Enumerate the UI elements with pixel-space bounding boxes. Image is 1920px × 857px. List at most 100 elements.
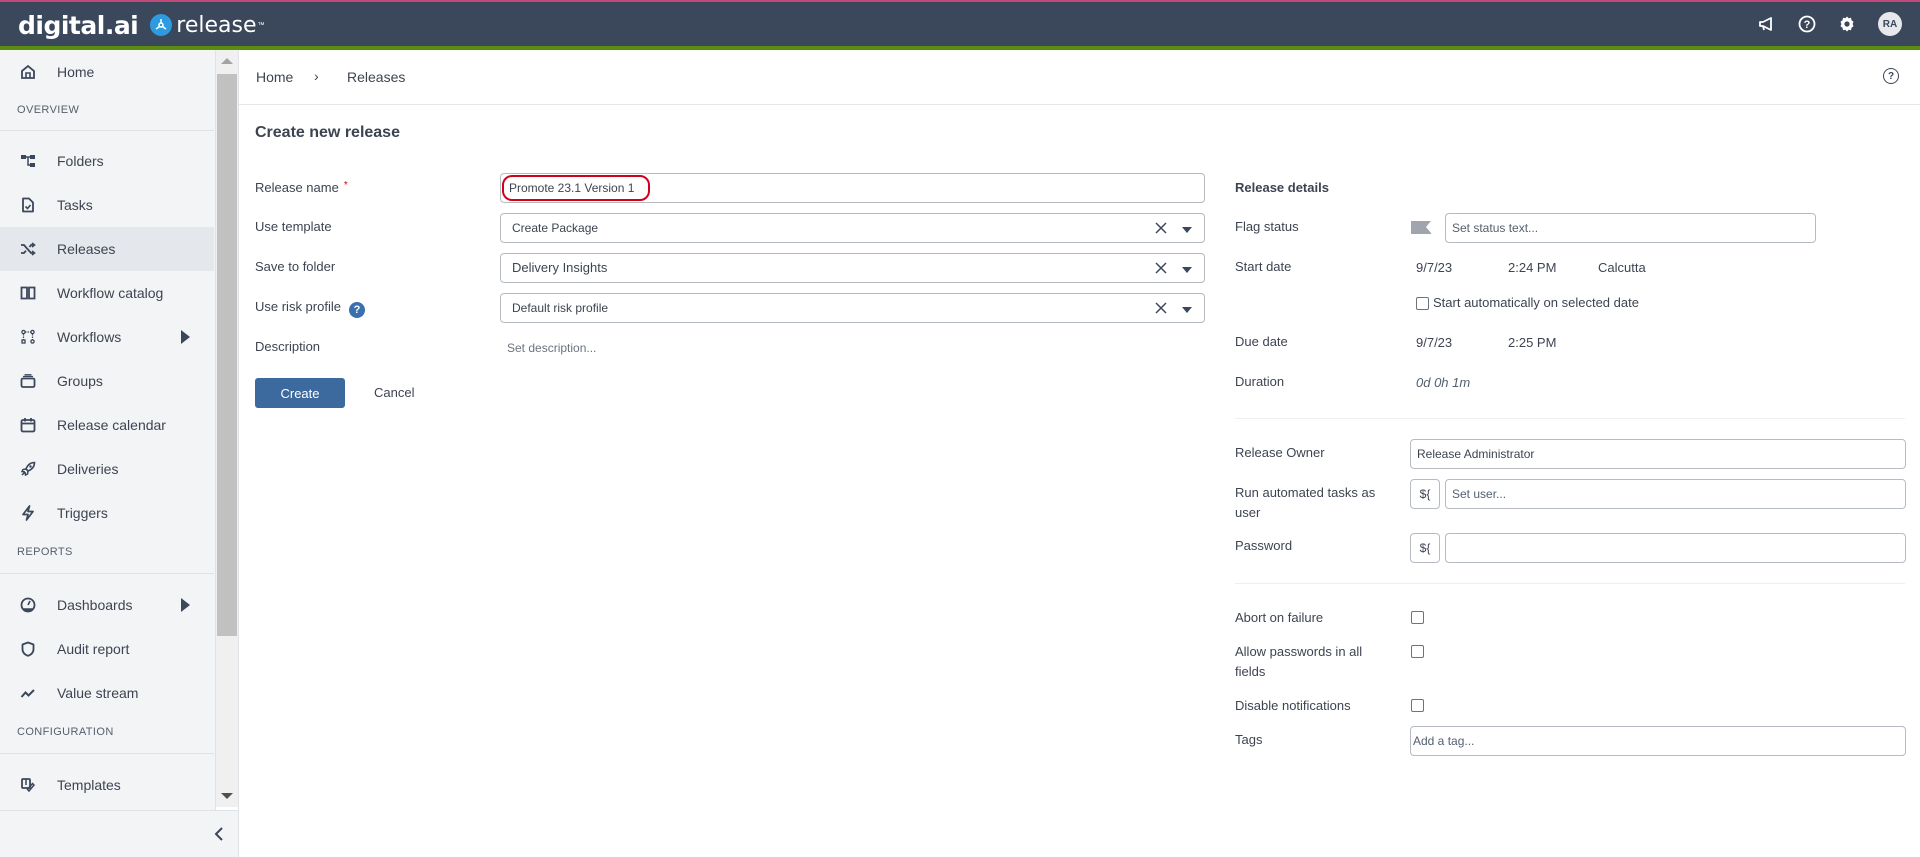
description-input[interactable]: Set description... [507, 341, 596, 355]
run-as-user-variable-button[interactable]: ${ [1410, 479, 1440, 509]
abort-on-failure-checkbox[interactable] [1411, 611, 1424, 624]
create-button[interactable]: Create [255, 378, 345, 408]
sidebar-item-triggers[interactable]: Triggers [0, 491, 214, 535]
sidebar-item-deliveries[interactable]: Deliveries [0, 447, 214, 491]
due-time-value[interactable]: 2:25 PM [1508, 335, 1556, 350]
section-overview: OVERVIEW [17, 104, 80, 116]
breadcrumb-separator-icon: › [314, 68, 319, 84]
sidebar: Home OVERVIEW Folders Tasks Releases Wor… [0, 50, 216, 857]
scroll-up-arrow-icon[interactable] [221, 58, 233, 64]
start-automatically-checkbox[interactable] [1416, 297, 1429, 310]
page-help-icon[interactable]: ? [1883, 68, 1899, 84]
settings-gear-icon[interactable] [1836, 13, 1858, 35]
folders-tree-icon [19, 152, 37, 170]
password-input[interactable] [1445, 533, 1906, 563]
sidebar-footer [0, 810, 238, 857]
sidebar-item-groups[interactable]: Groups [0, 359, 214, 403]
release-owner-input[interactable]: Release Administrator [1410, 439, 1906, 469]
section-configuration: CONFIGURATION [17, 726, 114, 738]
announcement-icon[interactable] [1756, 13, 1778, 35]
shield-icon [19, 640, 37, 658]
breadcrumb-home[interactable]: Home [256, 69, 293, 85]
trend-line-icon [19, 684, 37, 702]
sidebar-item-value-stream[interactable]: Value stream [0, 671, 214, 715]
sidebar-item-tasks[interactable]: Tasks [0, 183, 214, 227]
dashboard-gauge-icon [19, 596, 37, 614]
use-template-select[interactable]: Create Package [500, 213, 1205, 243]
release-owner-label: Release Owner [1235, 445, 1325, 460]
shuffle-icon [19, 240, 37, 258]
sidebar-item-dashboards[interactable]: Dashboards [0, 583, 214, 627]
submenu-arrow-icon[interactable] [181, 598, 190, 612]
start-time-value[interactable]: 2:24 PM [1508, 260, 1556, 275]
clear-icon[interactable] [1154, 221, 1168, 235]
password-label: Password [1235, 538, 1293, 553]
scrollbar-thumb[interactable] [217, 74, 237, 636]
sidebar-item-folders[interactable]: Folders [0, 139, 214, 183]
cancel-button[interactable]: Cancel [374, 385, 414, 400]
start-date-label: Start date [1235, 259, 1292, 274]
tags-input[interactable]: Add a tag... [1410, 726, 1906, 756]
abort-on-failure-label: Abort on failure [1235, 610, 1324, 625]
release-details-heading: Release details [1235, 180, 1329, 195]
chevron-left-icon [214, 827, 223, 841]
sidebar-item-home[interactable]: Home [0, 50, 214, 94]
home-icon [19, 63, 37, 81]
sidebar-item-workflow-catalog[interactable]: Workflow catalog [0, 271, 214, 315]
workflow-icon [19, 328, 37, 346]
user-avatar[interactable]: RA [1878, 12, 1902, 36]
svg-text:?: ? [1804, 19, 1811, 31]
sidebar-item-release-calendar[interactable]: Release calendar [0, 403, 214, 447]
duration-label: Duration [1235, 374, 1285, 389]
page-title: Create new release [255, 124, 400, 141]
use-risk-profile-label: Use risk profile? [255, 299, 365, 318]
rocket-icon [19, 460, 37, 478]
clear-icon[interactable] [1154, 301, 1168, 315]
required-marker: * [343, 180, 348, 191]
templates-icon [19, 776, 37, 794]
chevron-down-icon[interactable] [1182, 227, 1192, 233]
due-date-value[interactable]: 9/7/23 [1416, 335, 1452, 350]
sidebar-scrollbar[interactable] [216, 50, 238, 807]
timezone-value[interactable]: Calcutta [1598, 260, 1646, 275]
brand-logo[interactable]: digital.ai release ™ [18, 10, 265, 40]
use-template-label: Use template [255, 219, 332, 234]
due-date-label: Due date [1235, 334, 1288, 349]
flag-icon[interactable] [1411, 221, 1431, 234]
help-question-icon[interactable]: ? [348, 302, 365, 318]
top-navigation-bar: digital.ai release ™ ? RA [0, 0, 1920, 46]
section-reports: REPORTS [17, 546, 73, 558]
save-to-folder-select[interactable]: Delivery Insights [500, 253, 1205, 283]
password-variable-button[interactable]: ${ [1410, 533, 1440, 563]
sidebar-item-workflows[interactable]: Workflows [0, 315, 214, 359]
allow-passwords-checkbox[interactable] [1411, 645, 1424, 658]
digital-ai-wordmark: digital.ai [18, 10, 139, 40]
disable-notifications-checkbox[interactable] [1411, 699, 1424, 712]
clear-icon[interactable] [1154, 261, 1168, 275]
allow-passwords-label: Allow passwords in all fields [1235, 644, 1363, 679]
sidebar-item-templates[interactable]: Templates [0, 763, 214, 807]
collapse-sidebar-button[interactable] [210, 824, 228, 844]
run-as-user-input[interactable]: Set user... [1445, 479, 1906, 509]
release-name-label: Release name * [255, 180, 348, 195]
status-text-input[interactable]: Set status text... [1445, 213, 1816, 243]
run-as-user-label: Run automated tasks as user [1235, 485, 1376, 520]
description-label: Description [255, 339, 321, 354]
risk-profile-select[interactable]: Default risk profile [500, 293, 1205, 323]
sidebar-item-audit-report[interactable]: Audit report [0, 627, 214, 671]
sidebar-item-releases[interactable]: Releases [0, 227, 214, 271]
help-icon[interactable]: ? [1796, 13, 1818, 35]
tags-label: Tags [1235, 732, 1263, 747]
calendar-icon [19, 416, 37, 434]
submenu-arrow-icon[interactable] [181, 330, 190, 344]
release-wordmark: release [176, 12, 257, 38]
breadcrumb: Home › Releases ? [239, 50, 1920, 105]
chevron-down-icon[interactable] [1182, 267, 1192, 273]
save-to-folder-label: Save to folder [255, 259, 336, 274]
tasks-icon [19, 196, 37, 214]
scroll-down-arrow-icon[interactable] [221, 793, 233, 799]
start-date-value[interactable]: 9/7/23 [1416, 260, 1452, 275]
release-name-input[interactable]: Promote 23.1 Version 1 [500, 173, 1205, 203]
chevron-down-icon[interactable] [1182, 307, 1192, 313]
breadcrumb-releases[interactable]: Releases [347, 69, 405, 85]
